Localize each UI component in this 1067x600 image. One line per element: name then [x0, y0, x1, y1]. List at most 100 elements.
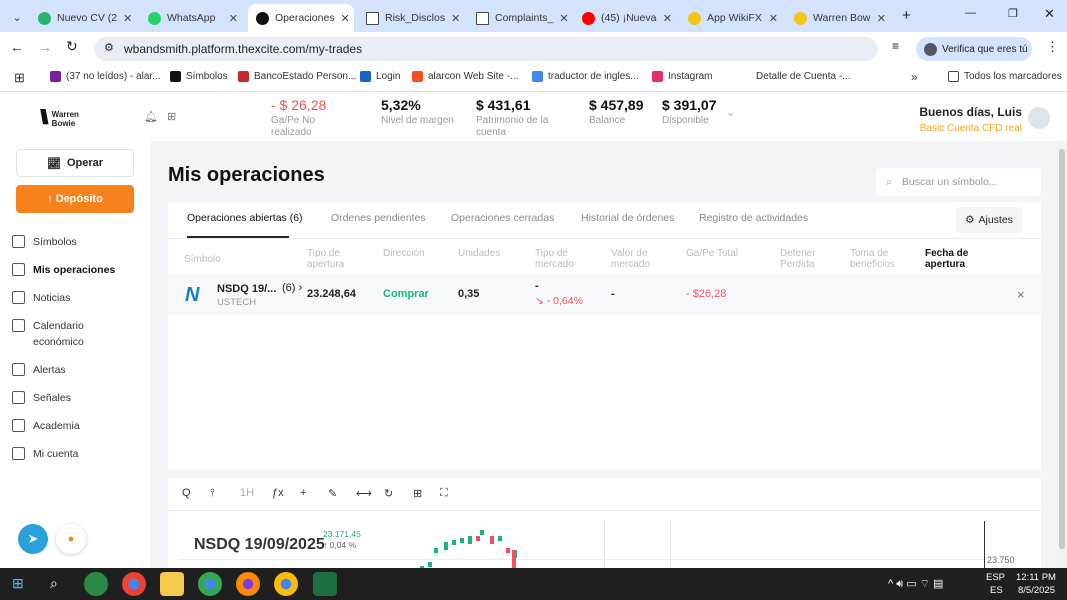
browser-tab[interactable]: WhatsApp ✕	[140, 4, 246, 32]
gift-icon[interactable]: ⊞	[167, 110, 176, 123]
trades-tab[interactable]: Operaciones abiertas (6)	[187, 212, 303, 224]
telegram-icon[interactable]: ➤	[18, 524, 48, 554]
expand-stats-chevron-icon[interactable]: ⌄	[726, 106, 735, 119]
column-header[interactable]: Detener Perdida	[780, 248, 845, 270]
table-row[interactable]: N NSDQ 19/... (6) › USTECH 23.248,64 Com…	[168, 274, 1041, 315]
column-header[interactable]: Valor de mercado	[611, 248, 676, 270]
close-window-button[interactable]: ✕	[1044, 6, 1055, 22]
chart-tool-button[interactable]: ⫯	[210, 487, 215, 500]
browser-tab[interactable]: Nuevo CV (2 ✕	[30, 4, 136, 32]
bookmark-item[interactable]: Login	[360, 71, 400, 82]
sidebar-item[interactable]: Señales	[12, 390, 122, 406]
chrome-icon[interactable]	[122, 572, 146, 596]
windows-start-icon[interactable]: ⊞	[12, 575, 24, 592]
forward-icon[interactable]: →	[38, 39, 52, 55]
chrome-profile-icon[interactable]	[274, 572, 298, 596]
browser-tab[interactable]: Complaints_ ✕	[468, 4, 574, 32]
close-tab-icon[interactable]: ✕	[663, 12, 672, 25]
bookmark-item[interactable]: alarcon Web Site -...	[412, 71, 518, 82]
trades-tab[interactable]: Historial de órdenes	[581, 212, 674, 224]
menu-icon[interactable]: ⋮	[1046, 39, 1059, 55]
deposit-button[interactable]: ↑ Depósito	[16, 185, 134, 213]
clock-date[interactable]: 8/5/2025	[1018, 585, 1055, 596]
clock-time[interactable]: 12:11 PM	[1016, 572, 1056, 583]
column-header[interactable]: Unidades	[458, 248, 523, 259]
bookmark-item[interactable]: traductor de ingles...	[532, 71, 639, 82]
chart-tool-button[interactable]: ↻	[384, 487, 393, 500]
reload-icon[interactable]: ↻	[66, 38, 78, 55]
trades-tab[interactable]: Ordenes pendientes	[331, 212, 426, 224]
bell-icon[interactable]: 🔔︎	[144, 110, 158, 123]
site-info-icon[interactable]: ⚙	[104, 41, 114, 54]
new-tab-button[interactable]: +	[902, 7, 911, 24]
column-header[interactable]: Tipo de mercado	[535, 248, 600, 270]
profile-button[interactable]: Verifica que eres tú	[916, 37, 1032, 61]
close-tab-icon[interactable]: ✕	[341, 12, 350, 25]
column-header[interactable]: Símbolo	[184, 254, 249, 265]
file-explorer-icon[interactable]	[160, 572, 184, 596]
chart-tool-button[interactable]: ⊞	[413, 487, 422, 500]
symbol-name[interactable]: NSDQ 19/...	[217, 283, 276, 295]
operate-button[interactable]: 📈︎ Operar	[16, 149, 134, 177]
maximize-button[interactable]: ❐	[1008, 7, 1018, 20]
sidebar-item[interactable]: Alertas	[12, 362, 122, 378]
column-header[interactable]: Fecha de apertura	[925, 248, 973, 270]
column-header[interactable]: Dirección	[383, 248, 448, 259]
search-icon[interactable]: ⌕	[50, 575, 58, 592]
chart-tool-button[interactable]: +	[300, 487, 306, 499]
trades-tab[interactable]: Operaciones cerradas	[451, 212, 554, 224]
firefox-icon[interactable]	[236, 572, 260, 596]
chart-tool-button[interactable]: ⟷	[356, 487, 372, 500]
close-tab-icon[interactable]: ✕	[229, 12, 238, 25]
chart-tool-button[interactable]: ƒx	[272, 487, 284, 499]
language[interactable]: ESP	[986, 572, 1005, 583]
chrome-icon[interactable]	[198, 572, 222, 596]
apps-icon[interactable]: ⊞	[14, 70, 25, 86]
browser-tab[interactable]: (45) ¡Nueva ✕	[574, 4, 680, 32]
trades-tab[interactable]: Registro de actividades	[699, 212, 808, 224]
system-tray-icons[interactable]: ^ 🔊︎ ▭ ⌔ ▤	[888, 577, 943, 591]
user-avatar[interactable]	[1028, 107, 1050, 129]
close-position-button[interactable]: ×	[1017, 287, 1025, 302]
chart-tool-button[interactable]: 1H	[240, 487, 254, 499]
sidebar-item[interactable]: Calendario económico	[12, 318, 122, 350]
chart-tool-button[interactable]: ✎	[328, 487, 337, 500]
symbol-search-input[interactable]: ⌕ Buscar un símbolo...	[876, 168, 1041, 196]
more-bookmarks-button[interactable]: »	[911, 70, 918, 84]
close-tab-icon[interactable]: ✕	[769, 12, 778, 25]
position-count[interactable]: (6) ›	[282, 282, 302, 294]
close-tab-icon[interactable]: ✕	[123, 12, 132, 25]
chart-tool-button[interactable]: Q	[182, 487, 191, 499]
browser-tab[interactable]: Warren Bow ✕	[786, 4, 894, 32]
bookmark-item[interactable]: BancoEstado Person...	[238, 71, 356, 82]
close-tab-icon[interactable]: ✕	[877, 12, 886, 25]
sidebar-item[interactable]: Símbolos	[12, 234, 122, 250]
all-bookmarks[interactable]: Todos los marcadores	[948, 71, 1062, 82]
excel-icon[interactable]	[313, 572, 337, 596]
column-header[interactable]: Tipo de apertura	[307, 248, 372, 270]
close-tab-icon[interactable]: ✕	[451, 12, 460, 25]
sidebar-item[interactable]: Mi cuenta	[12, 446, 122, 462]
reading-list-icon[interactable]: ≡	[892, 39, 899, 53]
scrollbar[interactable]	[1057, 141, 1067, 568]
account-type[interactable]: Basic Cuenta CFD real	[919, 123, 1022, 134]
bookmark-item[interactable]: (37 no leídos) - alar...	[50, 71, 161, 82]
settings-button[interactable]: ⚙ Ajustes	[956, 207, 1022, 233]
column-header[interactable]: Ga/Pe Total	[686, 248, 751, 259]
bookmark-item[interactable]: Detalle de Cuenta -...	[740, 71, 851, 82]
close-tab-icon[interactable]: ✕	[559, 12, 568, 25]
chat-support-icon[interactable]: ●	[56, 524, 86, 554]
app-icon[interactable]	[84, 572, 108, 596]
keyboard-layout[interactable]: ES	[990, 585, 1003, 596]
tab-search-button[interactable]: ⌄	[4, 4, 30, 32]
browser-tab[interactable]: Operaciones ✕	[248, 4, 354, 32]
address-bar[interactable]: ⚙ wbandsmith.platform.thexcite.com/my-tra…	[94, 37, 878, 61]
sidebar-item[interactable]: Noticias	[12, 290, 122, 306]
bookmark-item[interactable]: Instagram	[652, 71, 712, 82]
bookmark-item[interactable]: Símbolos	[170, 71, 228, 82]
sidebar-item[interactable]: Mis operaciones	[12, 262, 122, 278]
logo[interactable]: \\\ Warren Bowie	[40, 107, 86, 130]
browser-tab[interactable]: App WikiFX ✕	[680, 4, 786, 32]
column-header[interactable]: Toma de beneficios	[850, 248, 915, 270]
browser-tab[interactable]: Risk_Disclos ✕	[358, 4, 464, 32]
